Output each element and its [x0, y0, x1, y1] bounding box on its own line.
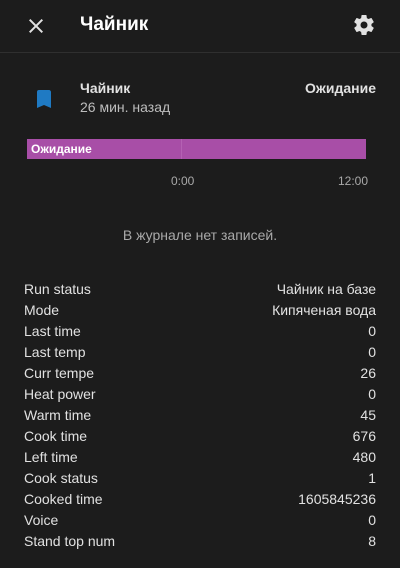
attributes-list: Run status Чайник на базе Mode Кипяченая…: [24, 278, 376, 551]
timeline-divider: [181, 139, 182, 159]
attribute-row: Cook status 1: [24, 467, 376, 488]
attribute-row: Voice 0: [24, 509, 376, 530]
attribute-name: Mode: [24, 301, 60, 318]
dialog-title: Чайник: [80, 14, 149, 35]
attribute-row: Curr tempe 26: [24, 362, 376, 383]
attribute-value: Кипяченая вода: [272, 301, 376, 318]
attribute-name: Voice: [24, 511, 59, 528]
logbook-empty-message: В журнале нет записей.: [122, 227, 278, 243]
gear-icon: [354, 15, 374, 35]
attribute-row: Run status Чайник на базе: [24, 278, 376, 299]
attribute-name: Warm time: [24, 406, 92, 423]
attribute-name: Heat power: [24, 385, 96, 402]
attribute-value: 0: [368, 322, 376, 339]
bookmark-icon: [32, 87, 56, 111]
attribute-value: 26: [360, 364, 376, 381]
attribute-value: 0: [368, 511, 376, 528]
attribute-name: Cook time: [24, 427, 88, 444]
timeline-tick-start: 0:00: [171, 174, 195, 188]
attribute-value: 8: [368, 532, 376, 549]
attribute-value: 676: [352, 427, 376, 444]
attribute-value: 1: [368, 469, 376, 486]
attribute-name: Run status: [24, 280, 91, 297]
settings-button[interactable]: [352, 13, 376, 37]
attribute-row: Stand top num 8: [24, 530, 376, 551]
close-icon: [29, 19, 43, 33]
close-button[interactable]: [24, 14, 48, 38]
entity-last-changed: 26 мин. назад: [80, 99, 171, 115]
attribute-row: Last time 0: [24, 320, 376, 341]
timeline-state-label: Ожидание: [31, 142, 92, 156]
attribute-name: Curr tempe: [24, 364, 95, 381]
attribute-name: Last temp: [24, 343, 86, 360]
attribute-name: Last time: [24, 322, 81, 339]
entity-state: Ожидание: [305, 80, 376, 96]
attribute-value: 0: [368, 385, 376, 402]
attribute-name: Stand top num: [24, 532, 116, 549]
timeline-tick-end: 12:00: [338, 174, 369, 188]
attribute-row: Last temp 0: [24, 341, 376, 362]
entity-row: Чайник 26 мин. назад Ожидание: [0, 70, 400, 120]
attribute-value: 480: [352, 448, 376, 465]
attribute-row: Heat power 0: [24, 383, 376, 404]
attribute-row: Cook time 676: [24, 425, 376, 446]
attribute-value: 45: [360, 406, 376, 423]
attribute-value: 1605845236: [298, 490, 376, 507]
attribute-name: Cook status: [24, 469, 98, 486]
dialog-header: Чайник: [0, 0, 400, 53]
attribute-value: 0: [368, 343, 376, 360]
attribute-value: Чайник на базе: [276, 280, 376, 297]
attribute-row: Mode Кипяченая вода: [24, 299, 376, 320]
attribute-row: Left time 480: [24, 446, 376, 467]
attribute-row: Cooked time 1605845236: [24, 488, 376, 509]
attribute-row: Warm time 45: [24, 404, 376, 425]
entity-name: Чайник: [80, 80, 131, 96]
attribute-name: Cooked time: [24, 490, 103, 507]
history-timeline-bar[interactable]: Ожидание: [27, 139, 366, 159]
attribute-name: Left time: [24, 448, 78, 465]
